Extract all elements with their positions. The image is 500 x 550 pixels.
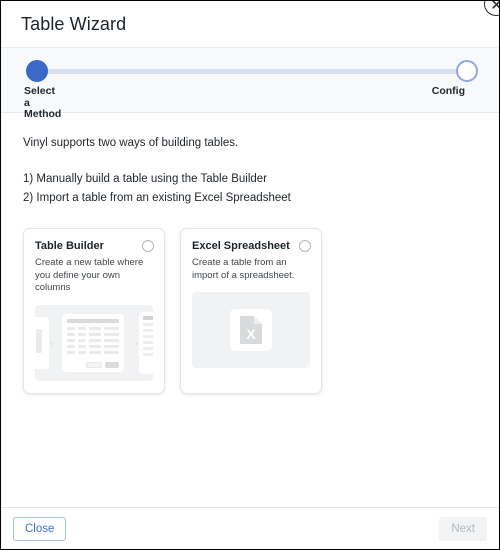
preview-row [67,332,119,336]
stepper-label-config: Config [431,85,465,97]
preview-row [67,344,119,348]
preview-row [67,326,119,330]
wizard-stepper: Select a Method Config [1,47,499,120]
chevron-right-icon[interactable]: › [135,338,138,348]
method-list: 1) Manually build a table using the Tabl… [23,173,477,204]
stepper-label-select-a-method: Select a Method [24,85,62,120]
preview-header-bar [67,318,119,323]
card-description-table-builder: Create a new table where you define your… [35,257,144,293]
method-list-item-2: 2) Import a table from an existing Excel… [23,192,291,204]
next-button[interactable]: Next [439,516,487,541]
preview-excel-spreadsheet: X [192,292,310,368]
card-title-excel-spreadsheet: Excel Spreadsheet [192,240,290,252]
preview-row [67,338,119,342]
dialog-header: Table Wizard [1,1,499,47]
method-card-excel-spreadsheet[interactable]: Excel Spreadsheet Create a table from an… [180,228,322,394]
stepper-dot-active[interactable] [26,60,48,82]
table-wizard-dialog: Table Wizard Select a Method Config Viny… [0,0,500,550]
preview-left-panel [35,316,49,369]
card-description-excel-spreadsheet: Create a table from an import of a sprea… [192,257,295,281]
method-card-group: Table Builder Create a new table where y… [23,228,477,394]
excel-file-icon: X [230,309,272,351]
close-button[interactable]: Close [13,516,67,541]
stepper-track [37,69,463,74]
radio-table-builder[interactable] [142,240,154,252]
preview-table-builder: ‹ › [35,304,153,381]
svg-text:X: X [246,326,256,342]
card-title-table-builder: Table Builder [35,240,104,252]
method-list-item-1: 1) Manually build a table using the Tabl… [23,173,267,185]
dialog-footer: Close Next [1,507,499,549]
preview-row [67,350,119,354]
radio-excel-spreadsheet[interactable] [299,240,311,252]
stepper-dot-upcoming[interactable] [456,60,478,82]
preview-right-panel [139,311,153,374]
intro-text: Vinyl supports two ways of building tabl… [23,137,239,149]
chevron-left-icon[interactable]: ‹ [50,338,53,348]
preview-table-surface [62,313,124,372]
page-title: Table Wizard [21,13,127,34]
preview-button-row [86,361,119,368]
close-icon[interactable] [484,1,499,16]
method-card-table-builder[interactable]: Table Builder Create a new table where y… [23,228,165,394]
dialog-body: Vinyl supports two ways of building tabl… [1,113,499,507]
